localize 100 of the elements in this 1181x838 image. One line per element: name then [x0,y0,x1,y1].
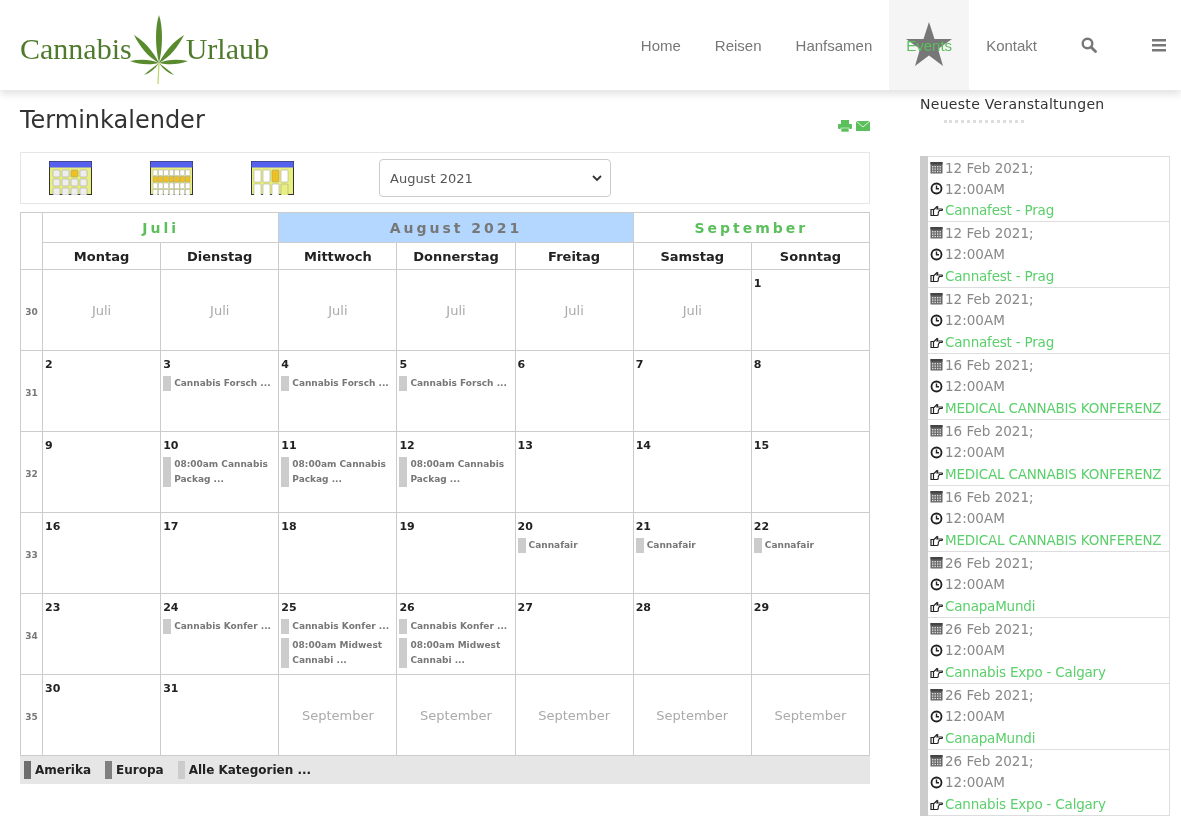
event-time: 12:00AM [945,576,1005,593]
calendar-event[interactable]: Cannabis Konfer ... [399,619,513,634]
week-number[interactable]: 31 [21,351,43,432]
day-number[interactable]: 14 [635,439,651,452]
day-number[interactable]: 15 [753,439,770,452]
nav-link[interactable]: Home [623,0,698,90]
week-number[interactable]: 33 [21,513,43,594]
day-number[interactable]: 13 [517,439,533,452]
calendar-event[interactable]: Cannafair [753,538,867,553]
other-month-cell: Juli [279,270,398,351]
calendar-event[interactable]: Cannabis Konfer ... [281,619,395,634]
event-time: 12:00AM [945,312,1005,329]
week-number[interactable]: 30 [21,270,43,351]
day-number[interactable]: 27 [517,601,533,614]
calendar-icon [930,490,943,504]
nav-link[interactable]: Hanfsamen [778,0,890,90]
day-number[interactable]: 11 [281,439,297,452]
day-number[interactable]: 3 [163,358,171,371]
calendar-event[interactable]: 08:00am Midwest Cannabi ... [399,638,513,668]
clock-icon [930,182,943,196]
month-select[interactable]: August 2021 [379,159,611,197]
category-link[interactable]: Alle Kategorien ... [188,763,312,777]
calendar-event[interactable]: 08:00am Cannabis Packag ... [399,457,513,487]
month-header[interactable]: August 2021 [279,213,634,243]
day-number[interactable]: 30 [45,682,61,695]
other-month-cell: Juli [515,270,634,351]
day-number[interactable]: 21 [635,520,651,533]
day-number[interactable]: 23 [45,601,61,614]
calendar-icon [930,226,943,240]
other-month-cell: Juli [633,270,752,351]
week-number[interactable]: 34 [21,594,43,675]
weekday-header: Dienstag [161,243,280,270]
search-icon[interactable] [1081,37,1097,53]
day-number[interactable]: 24 [163,601,179,614]
event-time: 12:00AM [945,510,1005,527]
weekday-header: Samstag [633,243,752,270]
day-number[interactable]: 17 [163,520,179,533]
calendar-view-icon[interactable] [251,161,295,195]
calendar-event[interactable]: 08:00am Cannabis Packag ... [163,457,277,487]
day-number[interactable]: 6 [517,358,526,371]
sidebar-title: Neueste Veranstaltungen [920,96,1106,112]
calendar-view-icon[interactable] [150,161,194,195]
day-number[interactable]: 9 [45,439,53,452]
category-link[interactable]: Amerika [35,763,92,777]
calendar-event[interactable]: Cannabis Forsch ... [163,376,277,391]
calendar-event[interactable]: Cannabis Konfer ... [163,619,277,634]
pointing-hand-icon [930,533,943,547]
day-number[interactable]: 1 [753,277,762,290]
weekday-header: Mittwoch [279,243,398,270]
day-number[interactable]: 20 [517,520,533,533]
calendar-icon [930,292,943,306]
day-number[interactable]: 2 [45,358,53,371]
nav-link[interactable]: Reisen [697,0,779,90]
calendar-icon [930,556,943,570]
pointing-hand-icon [930,467,943,481]
calendar-event[interactable]: Cannabis Forsch ... [399,376,513,391]
logo-text[interactable]: Urlaub [185,32,269,66]
logo-text[interactable]: Cannabis [20,32,132,66]
day-number[interactable]: 26 [399,601,415,614]
day-number[interactable]: 4 [281,358,289,371]
category-link[interactable]: Europa [116,763,164,777]
day-number[interactable]: 19 [399,520,415,533]
day-number[interactable]: 7 [635,358,644,371]
day-number[interactable]: 5 [399,358,408,371]
email-icon[interactable] [856,120,870,132]
calendar-event[interactable]: Cannabis Forsch ... [281,376,395,391]
nav-link[interactable]: Kontakt [969,0,1054,90]
calendar-view-icon[interactable] [49,161,93,195]
calendar-icon [930,424,943,438]
calendar-icon [930,358,943,372]
day-number[interactable]: 31 [163,682,179,695]
week-number[interactable]: 32 [21,432,43,513]
calendar-event[interactable]: 08:00am Midwest Cannabi ... [281,638,395,668]
chevron-down-icon[interactable] [592,174,602,182]
event-time: 12:00AM [945,642,1005,659]
day-number[interactable]: 29 [753,601,770,614]
pointing-hand-icon [930,731,943,745]
event-date: 16 Feb 2021; [945,422,1034,439]
event-date: 16 Feb 2021; [945,356,1034,373]
event-date: 26 Feb 2021; [945,752,1034,769]
menu-icon[interactable] [1151,37,1167,53]
pointing-hand-icon [930,599,943,613]
day-number[interactable]: 18 [281,520,297,533]
weekday-header: Montag [43,243,162,270]
pointing-hand-icon [930,401,943,415]
clock-icon [930,314,943,327]
day-number[interactable]: 8 [753,358,762,371]
event-date: 26 Feb 2021; [945,620,1034,637]
weekday-header: Donnerstag [397,243,516,270]
day-number[interactable]: 22 [753,520,770,533]
day-number[interactable]: 10 [163,439,179,452]
calendar-event[interactable]: Cannafair [635,538,749,553]
day-number[interactable]: 12 [399,439,415,452]
day-number[interactable]: 28 [635,601,651,614]
day-number[interactable]: 16 [45,520,61,533]
day-number[interactable]: 25 [281,601,297,614]
clock-icon [930,578,943,591]
print-icon[interactable] [838,120,852,132]
calendar-event[interactable]: 08:00am Cannabis Packag ... [281,457,395,487]
calendar-event[interactable]: Cannafair [517,538,631,553]
